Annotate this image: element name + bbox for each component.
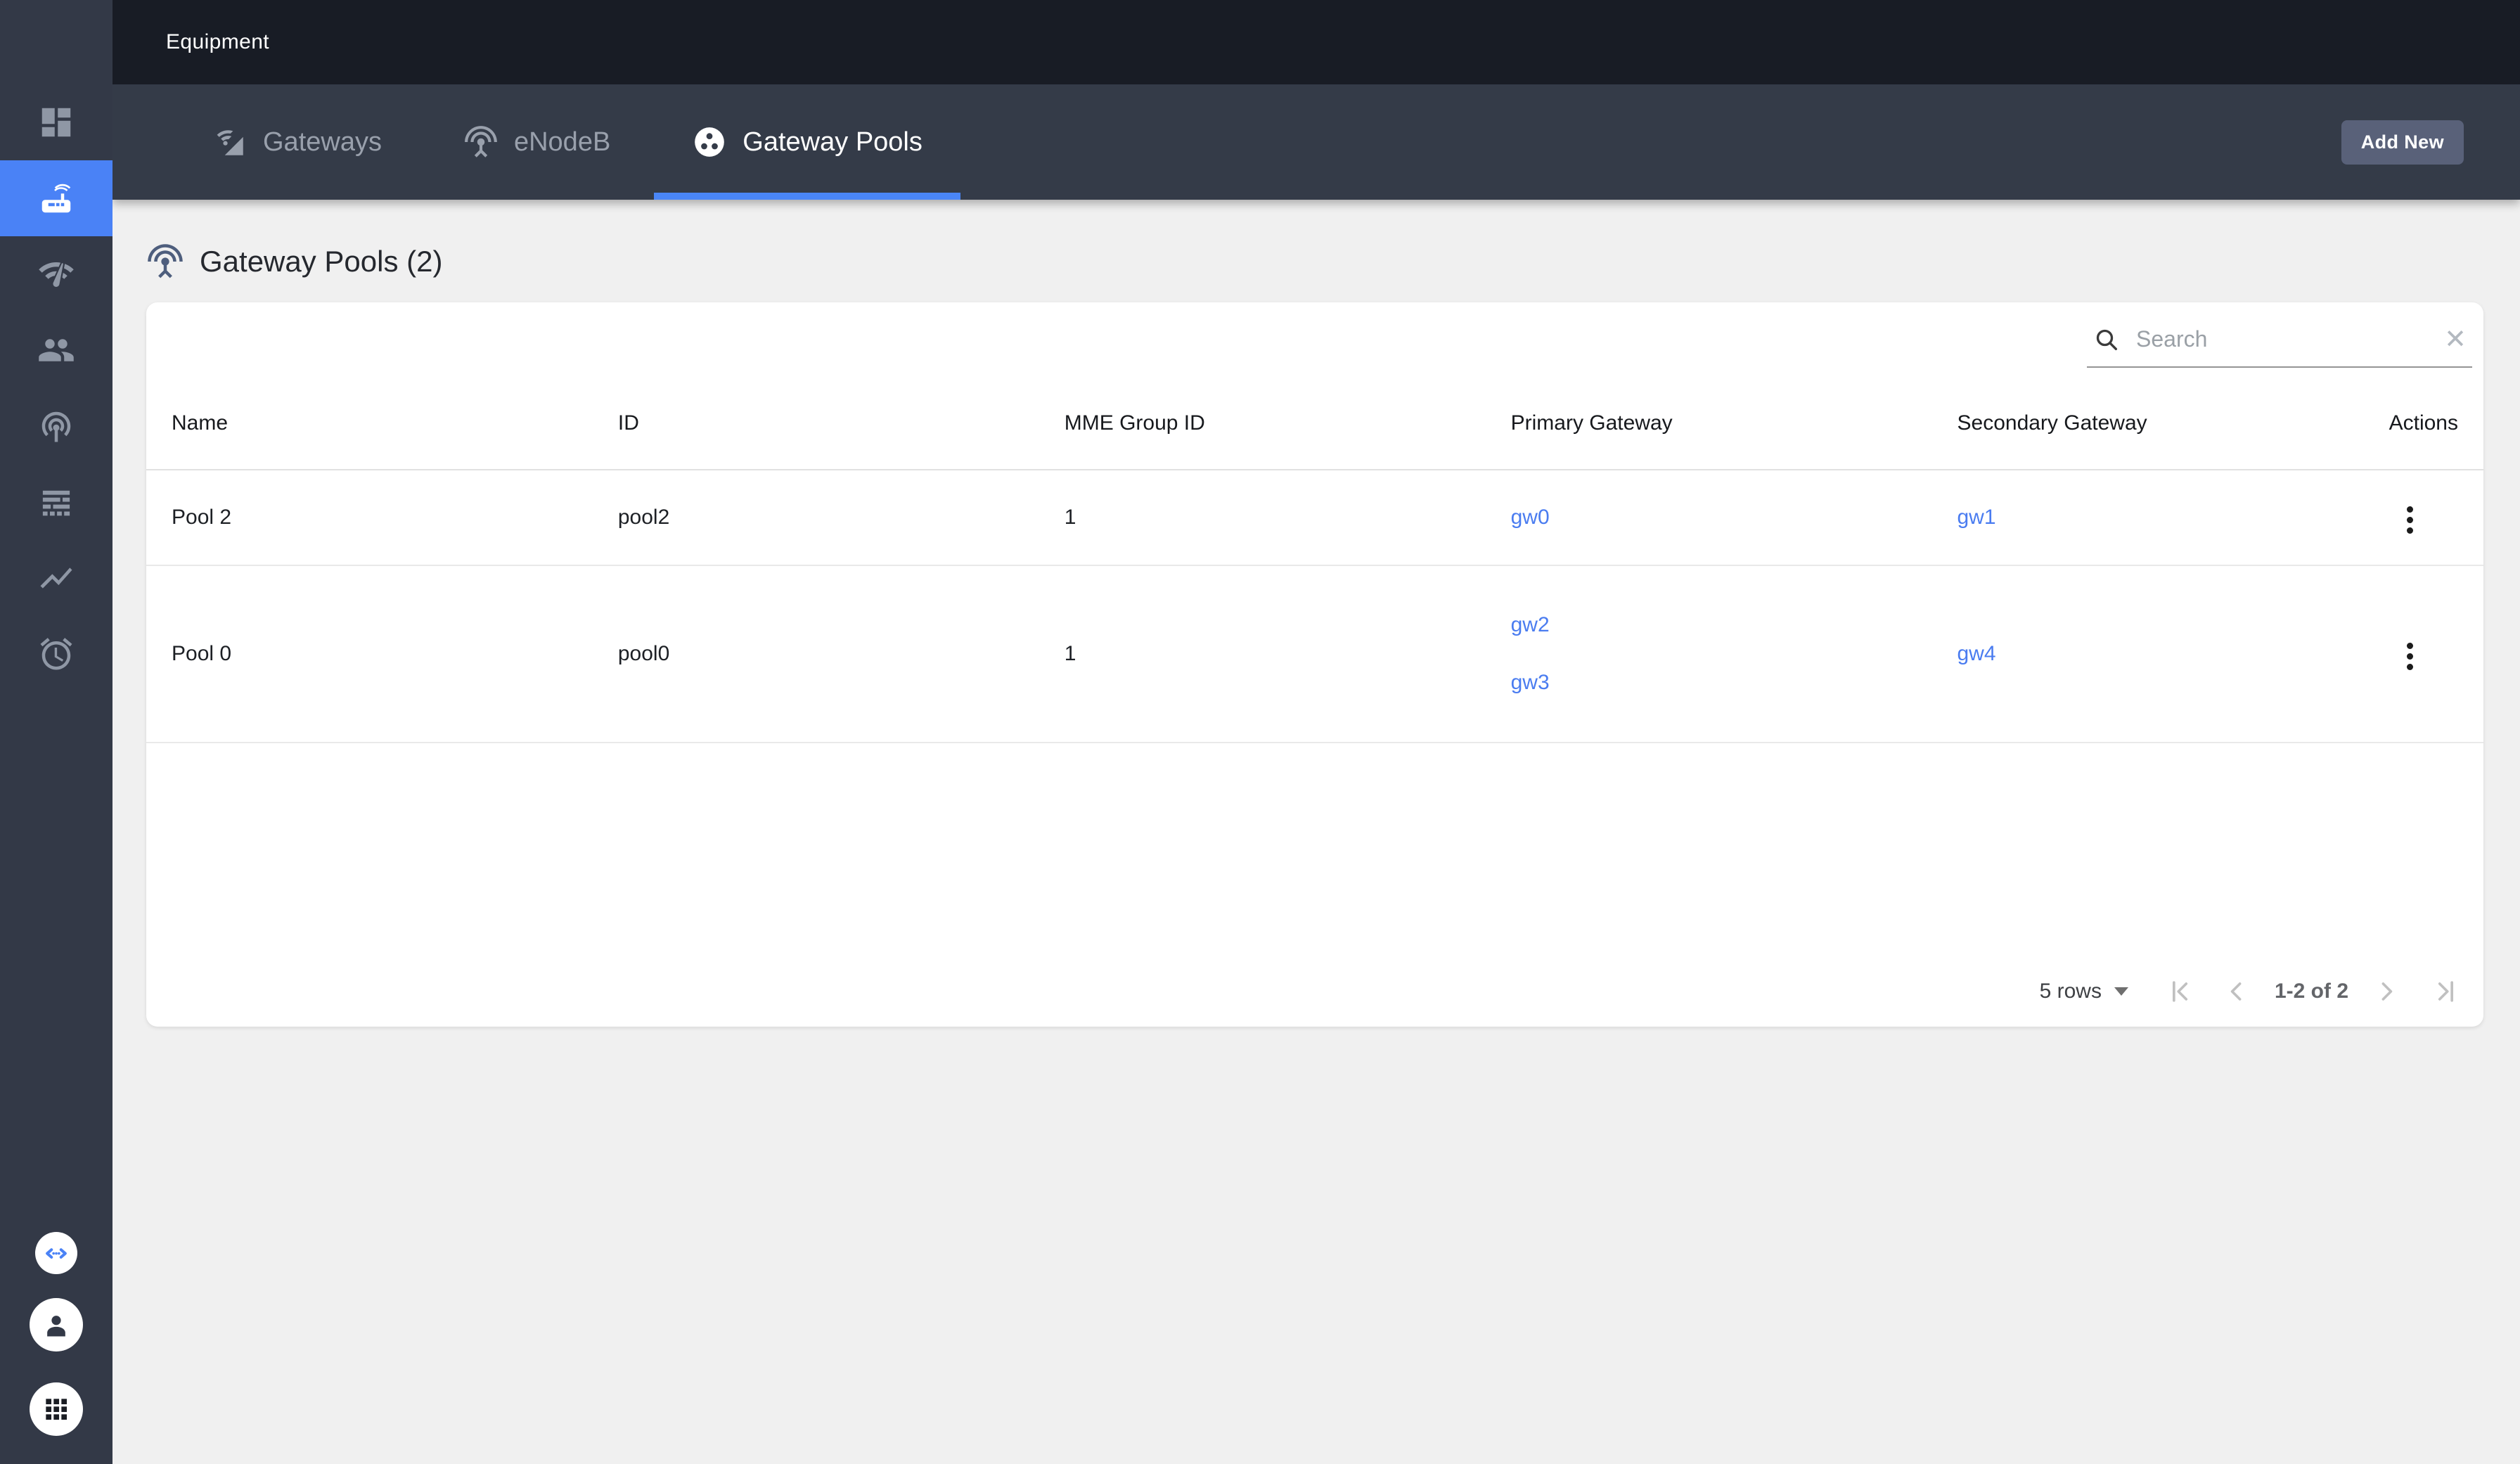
tab-label: Gateway Pools — [742, 127, 922, 157]
add-new-button[interactable]: Add New — [2341, 120, 2464, 165]
pagination-range-label: 1-2 of 2 — [2274, 980, 2348, 1003]
api-button[interactable] — [35, 1232, 77, 1274]
sidebar-nav — [0, 84, 112, 692]
tabbar: Gateways eNodeB Gateway Pools Add New — [112, 84, 2520, 200]
sidebar-item-subscribers[interactable] — [0, 312, 112, 388]
sidebar-item-logs[interactable] — [0, 464, 112, 540]
next-page-button[interactable] — [2371, 976, 2402, 1007]
sidebar-item-alerts[interactable] — [0, 616, 112, 692]
antenna-icon — [148, 244, 183, 278]
chart-icon — [40, 567, 72, 589]
column-header-primary-gateway: Primary Gateway — [1485, 376, 1932, 470]
account-button[interactable] — [30, 1298, 83, 1351]
primary-gateway-link[interactable]: gw3 — [1511, 671, 1550, 695]
wifi-tethering-icon — [41, 411, 71, 442]
gateway-pools-table: Name ID MME Group ID Primary Gateway Sec… — [146, 376, 2483, 743]
pool-id: pool2 — [592, 470, 1039, 566]
previous-page-button[interactable] — [2221, 976, 2252, 1007]
chevron-down-icon[interactable] — [2114, 987, 2128, 996]
table-pagination: 5 rows 1-2 of 2 — [146, 956, 2483, 1027]
first-page-icon — [2172, 981, 2188, 1002]
sidebar-item-equipment[interactable] — [0, 160, 112, 236]
page-heading: Gateway Pools (2) — [146, 240, 2520, 283]
chevron-left-icon — [2230, 982, 2242, 1001]
router-icon — [41, 184, 71, 213]
network-check-icon — [39, 262, 74, 287]
cell-wifi-icon — [217, 130, 243, 155]
tab-label: eNodeB — [513, 127, 611, 157]
primary-gateway-link[interactable]: gw0 — [1511, 506, 1550, 529]
tab-enodeb[interactable]: eNodeB — [425, 84, 648, 200]
search-box: ✕ — [2087, 325, 2472, 368]
pool-name: Pool 2 — [146, 470, 593, 566]
page-title: Gateway Pools (2) — [200, 245, 443, 278]
search-input[interactable] — [2133, 325, 2429, 354]
dashboard-icon — [41, 108, 71, 137]
clear-search-icon[interactable]: ✕ — [2441, 326, 2469, 353]
column-header-name: Name — [146, 376, 593, 470]
sidebar-item-tethering[interactable] — [0, 388, 112, 464]
table-row: Pool 0 pool0 1 gw2 gw3 gw4 — [146, 565, 2483, 743]
alarm-icon — [40, 638, 72, 670]
primary-gateway-link[interactable]: gw2 — [1511, 613, 1550, 637]
column-header-actions: Actions — [2378, 376, 2483, 470]
mme-group-id: 1 — [1039, 470, 1486, 566]
chevron-right-icon — [2381, 982, 2393, 1001]
tab-gateways[interactable]: Gateways — [174, 84, 420, 200]
table-header-row: Name ID MME Group ID Primary Gateway Sec… — [146, 376, 2483, 470]
column-header-mme-group-id: MME Group ID — [1039, 376, 1486, 470]
code-icon — [46, 1248, 67, 1259]
first-page-button[interactable] — [2165, 976, 2196, 1007]
table-row: Pool 2 pool2 1 gw0 gw1 — [146, 470, 2483, 566]
secondary-gateway-link[interactable]: gw4 — [1958, 642, 1996, 665]
column-header-id: ID — [592, 376, 1039, 470]
people-icon — [39, 339, 74, 361]
sidebar — [0, 0, 112, 1464]
topbar: Equipment — [112, 0, 2520, 84]
pool-id: pool0 — [592, 565, 1039, 743]
secondary-gateway-link[interactable]: gw1 — [1958, 506, 1996, 529]
page-section-title: Equipment — [166, 30, 270, 53]
column-header-secondary-gateway: Secondary Gateway — [1931, 376, 2379, 470]
tab-label: Gateways — [263, 127, 382, 157]
pool-name: Pool 0 — [146, 565, 593, 743]
row-actions-menu-icon[interactable] — [2398, 499, 2422, 541]
antenna-icon — [465, 126, 497, 158]
row-actions-menu-icon[interactable] — [2398, 636, 2422, 677]
main-content: Gateway Pools (2) ✕ Name ID MME Group ID… — [112, 200, 2520, 1464]
search-icon — [2096, 329, 2117, 350]
search-row: ✕ — [146, 302, 2483, 368]
person-icon — [47, 1316, 65, 1337]
apps-button[interactable] — [30, 1382, 83, 1436]
logs-icon — [42, 490, 70, 516]
sidebar-footer — [0, 1232, 112, 1436]
last-page-button[interactable] — [2430, 976, 2461, 1007]
tab-gateway-pools[interactable]: Gateway Pools — [654, 84, 960, 200]
rows-per-page-select[interactable]: 5 rows — [2040, 980, 2102, 1003]
last-page-icon — [2438, 981, 2453, 1002]
sidebar-item-metrics[interactable] — [0, 540, 112, 616]
sidebar-item-network[interactable] — [0, 236, 112, 312]
sidebar-item-dashboard[interactable] — [0, 84, 112, 160]
apps-grid-icon — [46, 1399, 68, 1420]
gateway-pools-card: ✕ Name ID MME Group ID Primary Gateway S… — [146, 302, 2483, 1027]
mme-group-id: 1 — [1039, 565, 1486, 743]
group-work-icon — [695, 127, 725, 157]
